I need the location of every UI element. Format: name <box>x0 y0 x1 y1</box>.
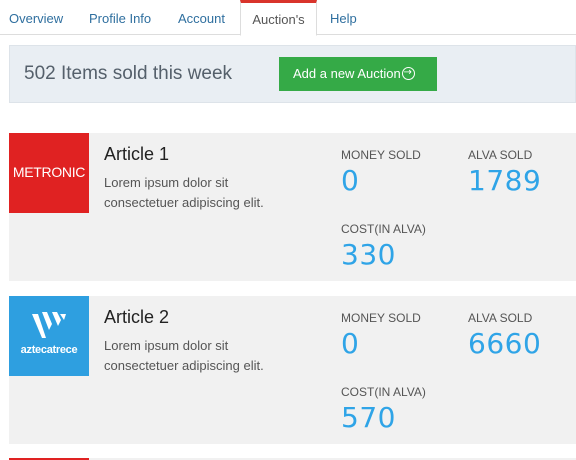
cost-value: 330 <box>341 238 396 271</box>
money-sold-label: MONEY SOLD <box>341 311 421 325</box>
alva-sold-label: ALVA SOLD <box>468 311 533 325</box>
article-description: Lorem ipsum dolor sit consectetuer adipi… <box>104 175 264 210</box>
summary-banner: 502 Items sold this week Add a new Aucti… <box>9 45 576 103</box>
cost-label: COST(IN ALVA) <box>341 385 426 399</box>
alva-sold-label: ALVA SOLD <box>468 148 533 162</box>
article-card: METRONIC Article 1 Lorem ipsum dolor sit… <box>9 133 576 281</box>
items-sold-title: 502 Items sold this week <box>24 63 233 84</box>
alva-sold-value: 1789 <box>468 164 542 197</box>
logo-label: aztecatrece <box>20 344 78 356</box>
cost-value: 570 <box>341 401 396 434</box>
add-auction-button[interactable]: Add a new Auction <box>279 57 437 91</box>
article-description: Lorem ipsum dolor sit consectetuer adipi… <box>104 338 264 373</box>
cost-label: COST(IN ALVA) <box>341 222 426 236</box>
tab-overview[interactable]: Overview <box>9 0 63 35</box>
alva-sold-value: 6660 <box>468 327 542 360</box>
tab-profile-info[interactable]: Profile Info <box>89 0 151 35</box>
add-auction-label: Add a new Auction <box>293 66 401 81</box>
article-card: aztecatrece Article 2 Lorem ipsum dolor … <box>9 296 576 444</box>
azteca-mark-icon <box>32 312 66 338</box>
nav-tabs: Overview Profile Info Account Auction's … <box>0 0 576 36</box>
tab-auctions[interactable]: Auction's <box>240 0 317 36</box>
tab-help[interactable]: Help <box>330 0 357 35</box>
azteca-trece-logo: aztecatrece <box>9 296 89 376</box>
article-title[interactable]: Article 1 <box>104 144 169 165</box>
money-sold-value: 0 <box>341 164 360 197</box>
circle-arrow-right-icon <box>401 66 415 80</box>
metronic-logo: METRONIC <box>9 133 89 213</box>
money-sold-value: 0 <box>341 327 360 360</box>
article-title[interactable]: Article 2 <box>104 307 169 328</box>
logo-label: METRONIC <box>12 164 86 180</box>
tab-account[interactable]: Account <box>178 0 225 35</box>
money-sold-label: MONEY SOLD <box>341 148 421 162</box>
